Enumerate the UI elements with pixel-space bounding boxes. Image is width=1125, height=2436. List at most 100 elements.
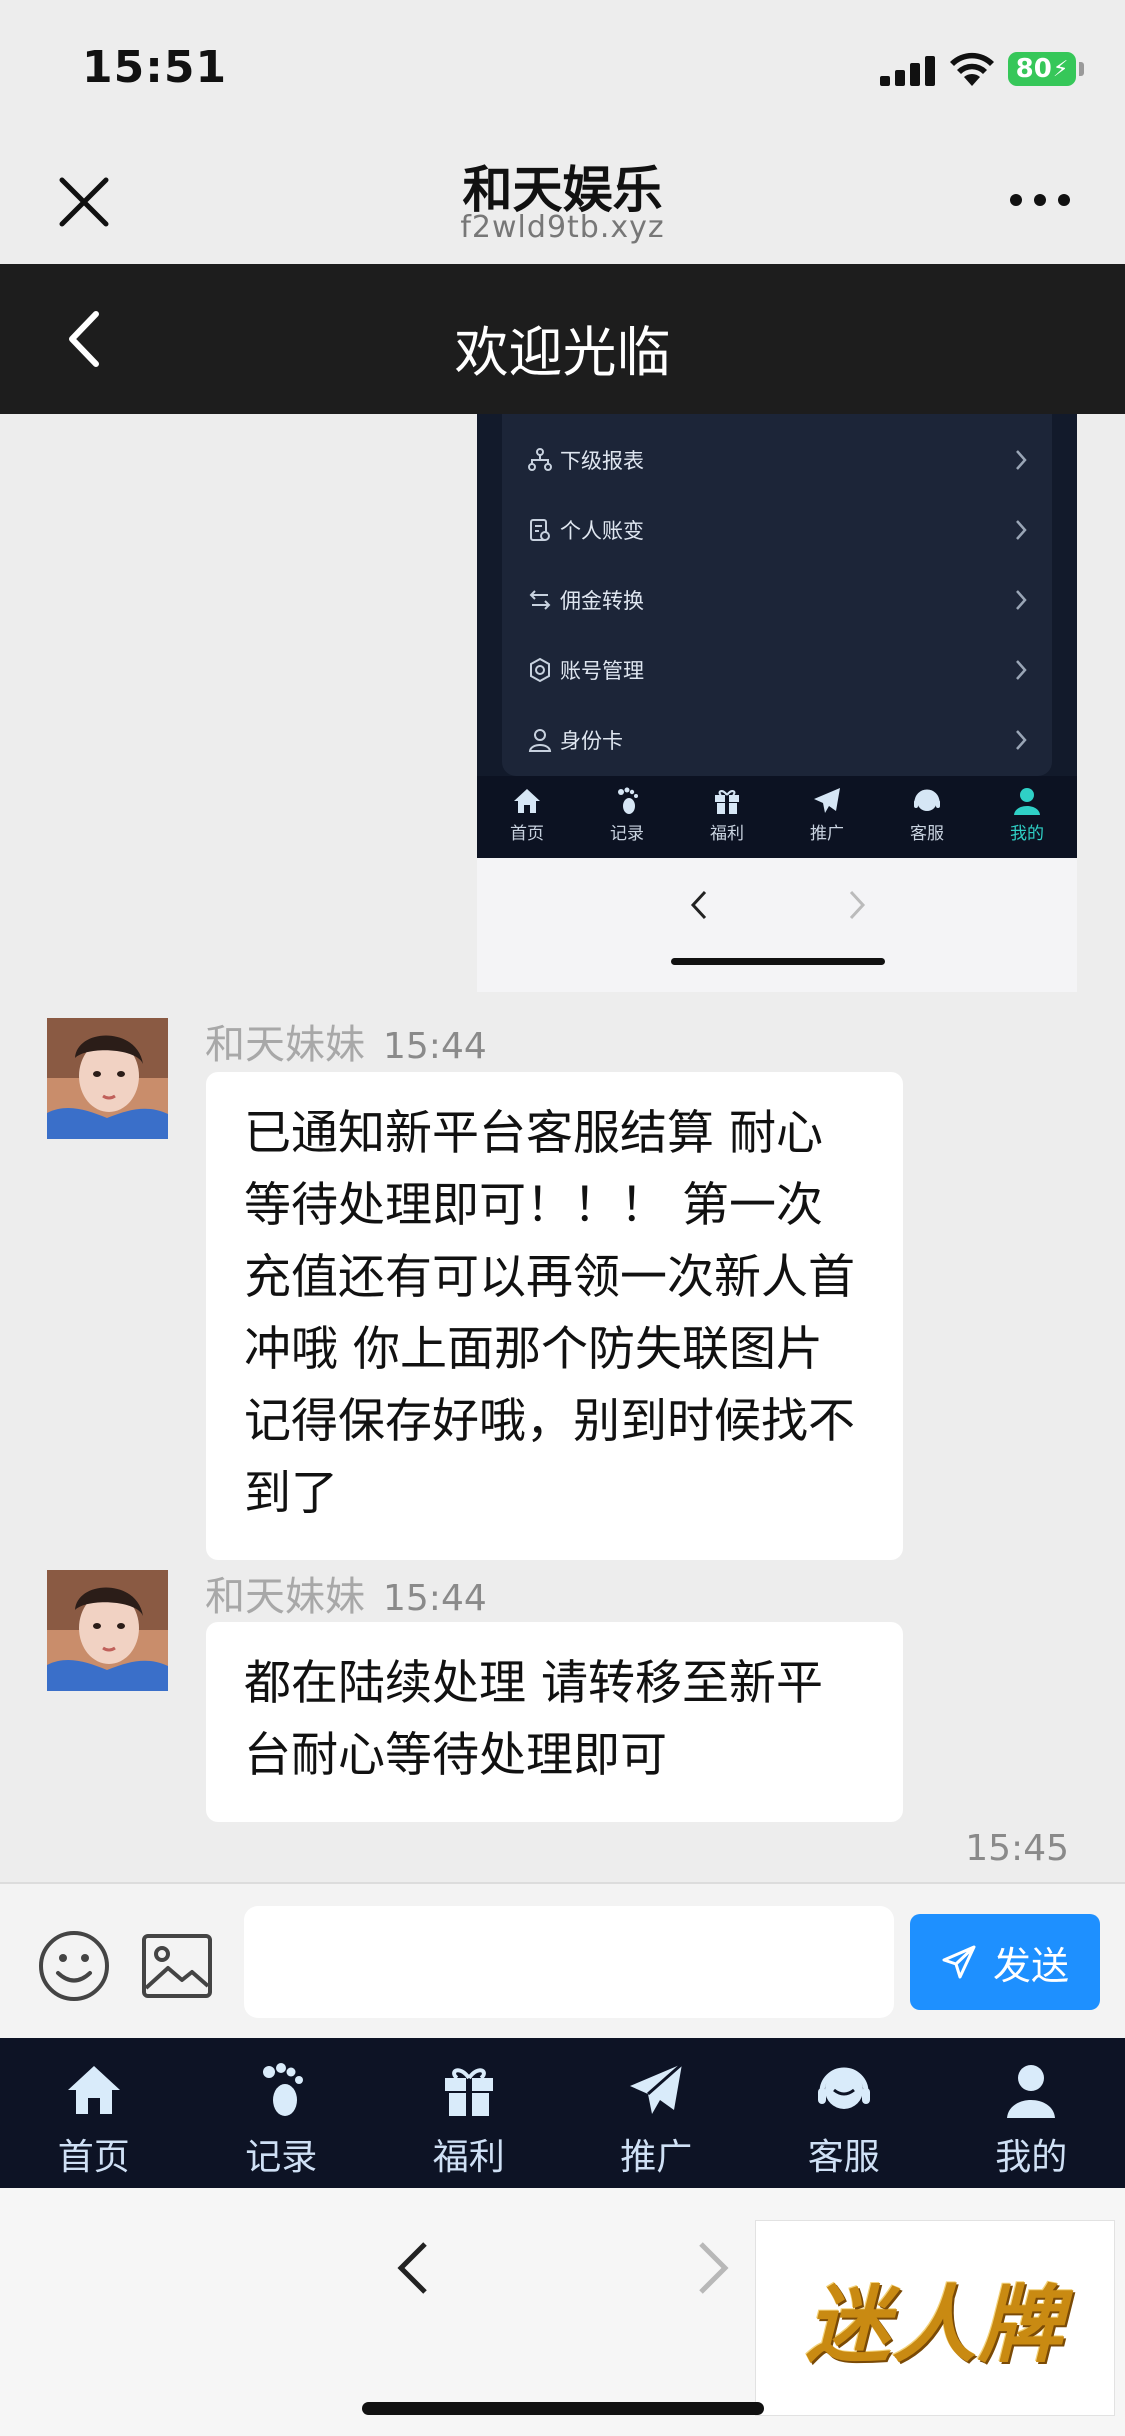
footprint-icon bbox=[618, 787, 638, 814]
screenshot-tab-label: 福利 bbox=[710, 824, 744, 844]
screenshot-home-indicator bbox=[671, 958, 885, 965]
status-time: 15:51 bbox=[82, 42, 228, 93]
forward-chevron-icon bbox=[849, 890, 866, 920]
battery-tip bbox=[1079, 62, 1084, 76]
screenshot-tab-label: 首页 bbox=[510, 824, 544, 844]
sender-info: 和天妹妹 15:44 bbox=[205, 1564, 487, 1622]
ledger-icon bbox=[526, 516, 554, 544]
chevron-right-icon bbox=[1016, 520, 1027, 540]
headset-icon bbox=[817, 2067, 870, 2109]
tab-label: 我的 bbox=[995, 2137, 1068, 2178]
org-tree-icon bbox=[526, 446, 554, 474]
app-tabbar: 首页 记录 福利 推广 客服 我的 bbox=[0, 2038, 1125, 2188]
chat-area[interactable]: 下级报表 个人账变 佣金转换 账号管理 身份卡 首页 记录 福利 推广 客服 我… bbox=[0, 414, 1125, 1882]
watermark-text: 迷人牌 bbox=[805, 2274, 1064, 2374]
image-icon[interactable] bbox=[140, 1932, 214, 2000]
screenshot-menu: 下级报表 个人账变 佣金转换 账号管理 身份卡 首页 记录 福利 推广 客服 我… bbox=[477, 414, 1077, 858]
page-title: 欢迎光临 bbox=[454, 321, 671, 384]
tab-label: 首页 bbox=[57, 2137, 130, 2178]
settings-icon bbox=[526, 656, 554, 684]
screenshot-tab: 记录 bbox=[577, 776, 677, 858]
tab-label: 推广 bbox=[620, 2137, 693, 2178]
more-icon[interactable] bbox=[1010, 194, 1070, 210]
gift-icon bbox=[715, 790, 739, 814]
sender-name: 和天妹妹 bbox=[205, 1022, 365, 1068]
chevron-right-icon bbox=[1016, 450, 1027, 470]
gift-icon bbox=[444, 2068, 493, 2116]
watermark-logo: 迷人牌 bbox=[755, 2220, 1115, 2416]
battery-indicator: 80 ⚡ bbox=[1008, 52, 1076, 86]
screenshot-menu-item: 下级报表 bbox=[502, 425, 1052, 495]
screenshot-menu-item: 账号管理 bbox=[502, 635, 1052, 705]
message-bubble[interactable]: 已通知新平台客服结算 耐心等待处理即可！！！ 第一次充值还有可以再领一次新人首冲… bbox=[206, 1072, 903, 1560]
forward-chevron-icon[interactable] bbox=[695, 2240, 731, 2296]
mini-program-url: f2wld9tb.xyz bbox=[460, 210, 665, 245]
cellular-signal-icon bbox=[880, 56, 936, 86]
avatar[interactable] bbox=[47, 1018, 168, 1139]
avatar-photo bbox=[47, 1570, 168, 1691]
screenshot-tab-label: 推广 bbox=[810, 824, 844, 844]
image-message[interactable]: 下级报表 个人账变 佣金转换 账号管理 身份卡 首页 记录 福利 推广 客服 我… bbox=[477, 414, 1077, 992]
screenshot-menu-item: 身份卡 bbox=[502, 705, 1052, 775]
tab-records[interactable]: 记录 bbox=[188, 2038, 376, 2188]
screenshot-menu-label: 佣金转换 bbox=[560, 589, 644, 613]
screenshot-browser-nav bbox=[477, 858, 1077, 992]
screenshot-tab-active: 我的 bbox=[977, 776, 1077, 858]
message-bubble[interactable]: 都在陆续处理 请转移至新平台耐心等待处理即可 bbox=[206, 1622, 903, 1822]
user-icon bbox=[1007, 2065, 1056, 2118]
mini-program-bar: 和天娱乐 f2wld9tb.xyz bbox=[0, 132, 1125, 264]
home-icon bbox=[514, 789, 540, 813]
headset-icon bbox=[914, 789, 940, 811]
browser-nav: 迷人牌 bbox=[0, 2188, 1125, 2436]
chevron-right-icon bbox=[1016, 590, 1027, 610]
tab-welfare[interactable]: 福利 bbox=[375, 2038, 563, 2188]
send-button[interactable]: 发送 bbox=[910, 1914, 1100, 2010]
tab-label: 福利 bbox=[432, 2137, 505, 2178]
footprint-icon bbox=[263, 2063, 304, 2116]
tab-mine[interactable]: 我的 bbox=[938, 2038, 1125, 2188]
chat-timestamp: 15:45 bbox=[965, 1828, 1069, 1869]
tab-promote[interactable]: 推广 bbox=[563, 2038, 751, 2188]
avatar-photo bbox=[47, 1018, 168, 1139]
screenshot-menu-label: 下级报表 bbox=[560, 449, 644, 473]
tab-home[interactable]: 首页 bbox=[0, 2038, 188, 2188]
send-button-label: 发送 bbox=[992, 1943, 1069, 1988]
screenshot-tab: 福利 bbox=[677, 776, 777, 858]
screenshot-tab-label: 记录 bbox=[610, 824, 644, 844]
tab-label: 客服 bbox=[807, 2137, 880, 2178]
screenshot-menu-item: 佣金转换 bbox=[502, 565, 1052, 635]
page-header: 欢迎光临 bbox=[0, 264, 1125, 414]
screenshot-menu-label: 身份卡 bbox=[560, 729, 623, 753]
tab-service[interactable]: 客服 bbox=[750, 2038, 938, 2188]
back-chevron-icon[interactable] bbox=[395, 2240, 431, 2296]
screenshot-tab-label: 我的 bbox=[1010, 824, 1044, 844]
battery-level: 80 bbox=[1015, 54, 1052, 84]
screenshot-menu-label: 账号管理 bbox=[560, 659, 644, 683]
user-card-icon bbox=[526, 726, 554, 754]
paper-plane-icon bbox=[814, 788, 840, 813]
tab-label: 记录 bbox=[245, 2137, 318, 2178]
swap-icon bbox=[526, 586, 554, 614]
screenshot-menu-panel: 下级报表 个人账变 佣金转换 账号管理 身份卡 bbox=[502, 414, 1052, 776]
chat-input-bar: 发送 bbox=[0, 1882, 1125, 2038]
screenshot-tab: 首页 bbox=[477, 776, 577, 858]
charging-bolt-icon: ⚡ bbox=[1052, 56, 1069, 82]
chevron-right-icon bbox=[1016, 730, 1027, 750]
avatar[interactable] bbox=[47, 1570, 168, 1691]
user-icon bbox=[1014, 788, 1040, 815]
message-time: 15:44 bbox=[383, 1578, 487, 1619]
send-icon bbox=[942, 1945, 976, 1979]
screenshot-tab-label: 客服 bbox=[910, 824, 944, 844]
paper-plane-icon bbox=[630, 2062, 684, 2114]
screenshot-menu-label: 个人账变 bbox=[560, 519, 644, 543]
message-time: 15:44 bbox=[383, 1026, 487, 1067]
emoji-icon[interactable] bbox=[36, 1928, 112, 2004]
home-icon bbox=[67, 2066, 120, 2114]
message-input[interactable] bbox=[244, 1906, 894, 2018]
screenshot-tabbar: 首页 记录 福利 推广 客服 我的 bbox=[477, 776, 1077, 858]
screenshot-menu-item: 个人账变 bbox=[502, 495, 1052, 565]
sender-name: 和天妹妹 bbox=[205, 1574, 365, 1620]
chevron-right-icon bbox=[1016, 660, 1027, 680]
screenshot-tab: 推广 bbox=[777, 776, 877, 858]
status-bar: 15:51 80 ⚡ bbox=[0, 0, 1125, 132]
